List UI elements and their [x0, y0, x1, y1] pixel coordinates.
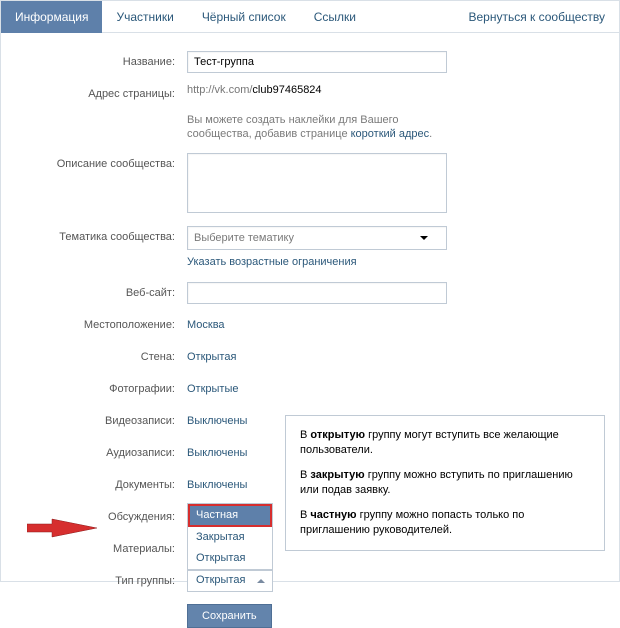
videos-label: Видеозаписи: — [1, 410, 187, 432]
grouptype-option-closed[interactable]: Закрытая — [188, 527, 272, 548]
audio-label: Аудиозаписи: — [1, 442, 187, 464]
save-button[interactable]: Сохранить — [187, 604, 272, 628]
topic-select[interactable]: Выберите тематику — [187, 226, 447, 250]
grouptype-option-open[interactable]: Открытая — [188, 548, 272, 569]
topic-label: Тематика сообщества: — [1, 226, 187, 248]
videos-value[interactable]: Выключены — [187, 415, 247, 427]
documents-label: Документы: — [1, 474, 187, 496]
chevron-down-icon — [420, 236, 428, 240]
website-input[interactable] — [187, 282, 447, 304]
address-hint: Вы можете создать наклейки для Вашего со… — [187, 107, 447, 143]
name-label: Название: — [1, 51, 187, 73]
grouptype-tooltip: В открытую группу могут вступить все жел… — [285, 415, 605, 551]
address-prefix: http://vk.com/ — [187, 84, 252, 96]
discussions-label: Обсуждения: — [1, 506, 187, 528]
tab-members[interactable]: Участники — [102, 1, 187, 33]
address-label: Адрес страницы: — [1, 83, 187, 105]
chevron-up-icon — [257, 579, 265, 583]
tabs-bar: Информация Участники Чёрный список Ссылк… — [1, 1, 619, 33]
back-to-community-link[interactable]: Вернуться к сообществу — [468, 1, 619, 33]
grouptype-select[interactable]: Открытая — [187, 570, 273, 592]
short-address-link[interactable]: короткий адрес — [351, 128, 430, 140]
photos-label: Фотографии: — [1, 378, 187, 400]
address-input[interactable]: http://vk.com/club97465824 — [187, 83, 447, 107]
grouptype-label: Тип группы: — [1, 570, 187, 592]
location-value[interactable]: Москва — [187, 319, 225, 331]
age-restriction-link[interactable]: Указать возрастные ограничения — [187, 250, 447, 272]
documents-value[interactable]: Выключены — [187, 479, 247, 491]
tab-blacklist[interactable]: Чёрный список — [188, 1, 300, 33]
photos-value[interactable]: Открытые — [187, 383, 239, 395]
grouptype-option-private[interactable]: Частная — [188, 504, 272, 527]
description-label: Описание сообщества: — [1, 153, 187, 175]
materials-label: Материалы: — [1, 538, 187, 560]
audio-value[interactable]: Выключены — [187, 447, 247, 459]
website-label: Веб-сайт: — [1, 282, 187, 304]
tab-info[interactable]: Информация — [1, 1, 102, 33]
description-textarea[interactable] — [187, 153, 447, 213]
wall-label: Стена: — [1, 346, 187, 368]
grouptype-dropdown-list: Частная Закрытая Открытая — [187, 503, 273, 570]
tab-links[interactable]: Ссылки — [300, 1, 370, 33]
name-input[interactable] — [187, 51, 447, 73]
address-value: club97465824 — [252, 84, 321, 96]
location-label: Местоположение: — [1, 314, 187, 336]
wall-value[interactable]: Открытая — [187, 351, 236, 363]
